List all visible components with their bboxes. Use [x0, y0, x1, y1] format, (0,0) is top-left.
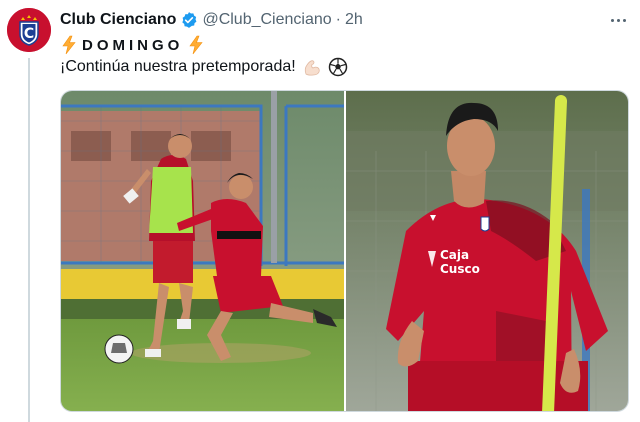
tweet-text-line-1: DOMINGO	[60, 34, 205, 56]
day-text: DOMINGO	[82, 36, 184, 54]
display-name[interactable]: Club Cienciano	[60, 11, 176, 29]
avatar[interactable]: C	[7, 8, 51, 52]
timestamp[interactable]: 2h	[345, 11, 363, 29]
tweet-text-line-2: ¡Continúa nuestra pretemporada!	[60, 56, 348, 78]
training-photo-right[interactable]: Caja Cusco	[346, 91, 628, 411]
thread-line	[28, 58, 30, 422]
svg-text:Cusco: Cusco	[440, 262, 480, 276]
club-crest-icon: C	[7, 8, 51, 52]
high-voltage-icon	[187, 35, 205, 55]
tweet-header: Club Cienciano @Club_Cienciano · 2h	[60, 10, 363, 30]
training-photo-left[interactable]	[61, 91, 344, 411]
verified-badge-icon[interactable]	[180, 11, 198, 29]
tweet-card[interactable]: C Club Cienciano @Club_Cienciano · 2h DO…	[0, 0, 640, 422]
tweet-text: ¡Continúa nuestra pretemporada!	[60, 58, 296, 75]
more-options-icon[interactable]	[608, 12, 628, 28]
soccer-ball-icon	[328, 57, 348, 77]
high-voltage-icon	[60, 35, 78, 55]
media-grid: Caja Cusco	[60, 90, 629, 412]
svg-text:Caja: Caja	[440, 248, 469, 262]
separator-dot: ·	[335, 11, 341, 28]
flexed-biceps-icon	[302, 57, 322, 77]
user-handle[interactable]: @Club_Cienciano	[202, 11, 331, 29]
svg-text:C: C	[24, 26, 34, 42]
